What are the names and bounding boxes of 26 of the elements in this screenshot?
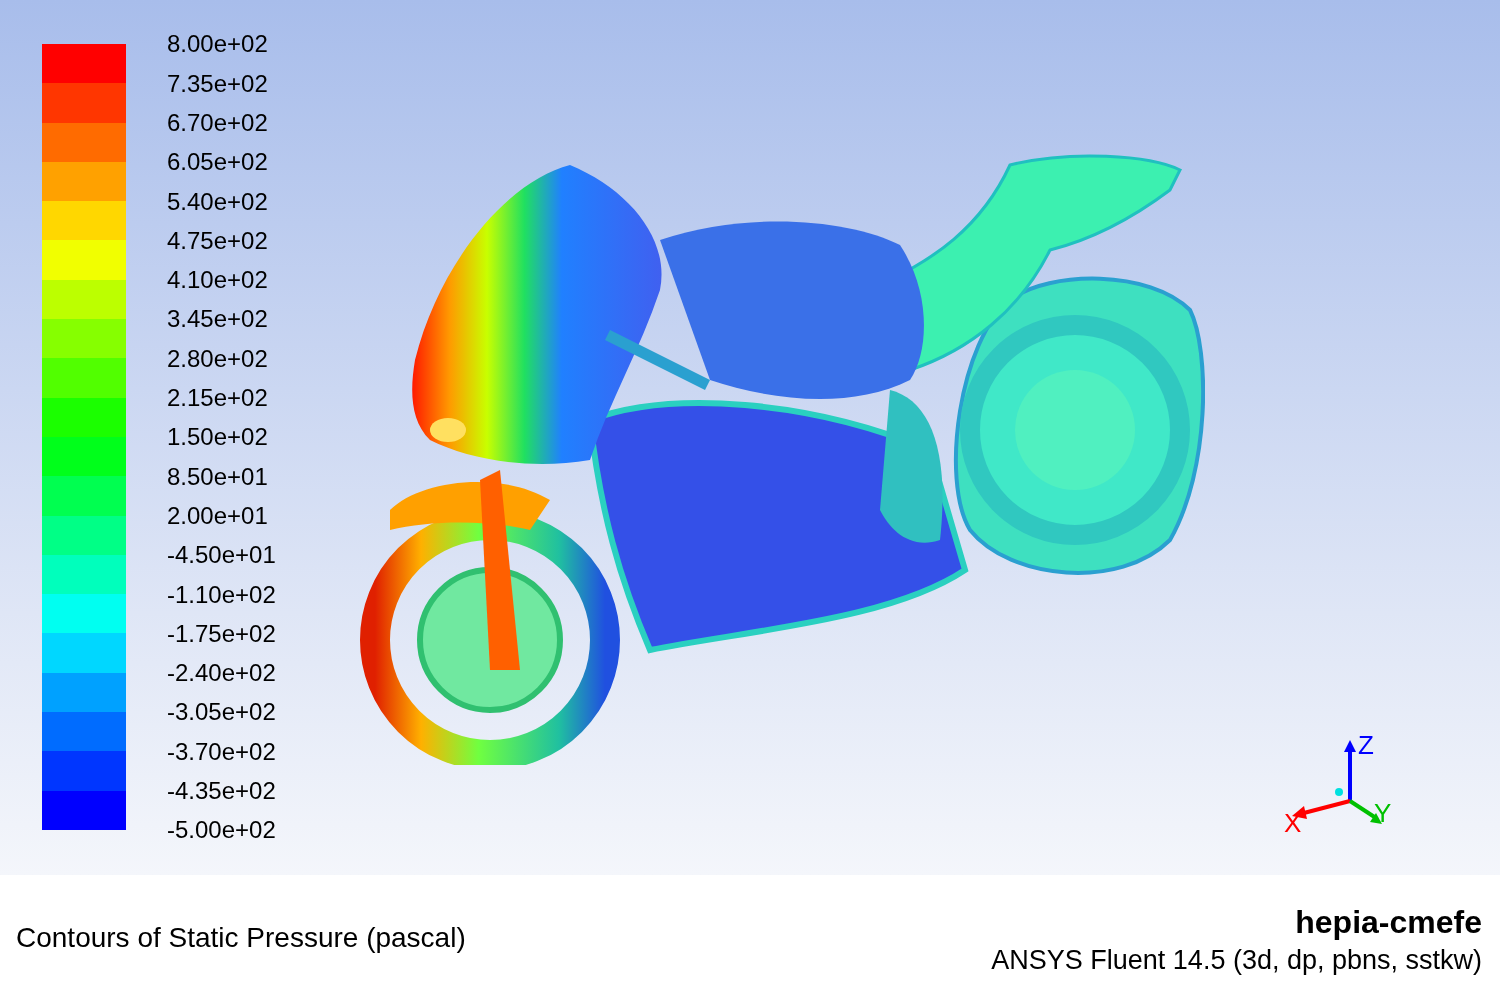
- legend-value: -3.05e+02: [167, 698, 276, 726]
- legend-value: -5.00e+02: [167, 816, 276, 844]
- legend-value: 8.00e+02: [167, 30, 268, 58]
- legend-value: 2.15e+02: [167, 384, 268, 412]
- legend-value: -1.75e+02: [167, 619, 276, 647]
- legend-value: 2.00e+01: [167, 501, 268, 529]
- legend-value: 6.70e+02: [167, 109, 268, 136]
- legend-value: 7.35e+02: [167, 69, 268, 97]
- solver-version: ANSYS Fluent 14.5 (3d, dp, pbns, sstkw): [991, 944, 1482, 977]
- z-axis-label: Z: [1358, 730, 1374, 760]
- y-axis-label: Y: [1374, 798, 1392, 828]
- legend-value: 2.80e+02: [167, 344, 268, 372]
- contour-caption: Contours of Static Pressure (pascal): [16, 921, 466, 955]
- legend-value: 5.40e+02: [167, 187, 268, 215]
- plot-title: hepia-cmefe: [1295, 905, 1482, 941]
- legend-value: -3.70e+02: [167, 737, 276, 765]
- legend-value: 8.50e+01: [167, 462, 268, 490]
- legend-value: 1.50e+02: [167, 423, 268, 451]
- legend-value: -4.35e+02: [167, 777, 276, 805]
- legend-value: 3.45e+02: [167, 305, 268, 333]
- legend-value: -1.10e+02: [167, 580, 276, 608]
- legend-value: -4.50e+01: [167, 541, 276, 569]
- legend-value: 4.75e+02: [167, 226, 268, 254]
- legend-value: -2.40e+02: [167, 659, 276, 687]
- legend-value: 6.05e+02: [167, 148, 268, 176]
- legend-value: 4.10e+02: [167, 266, 268, 294]
